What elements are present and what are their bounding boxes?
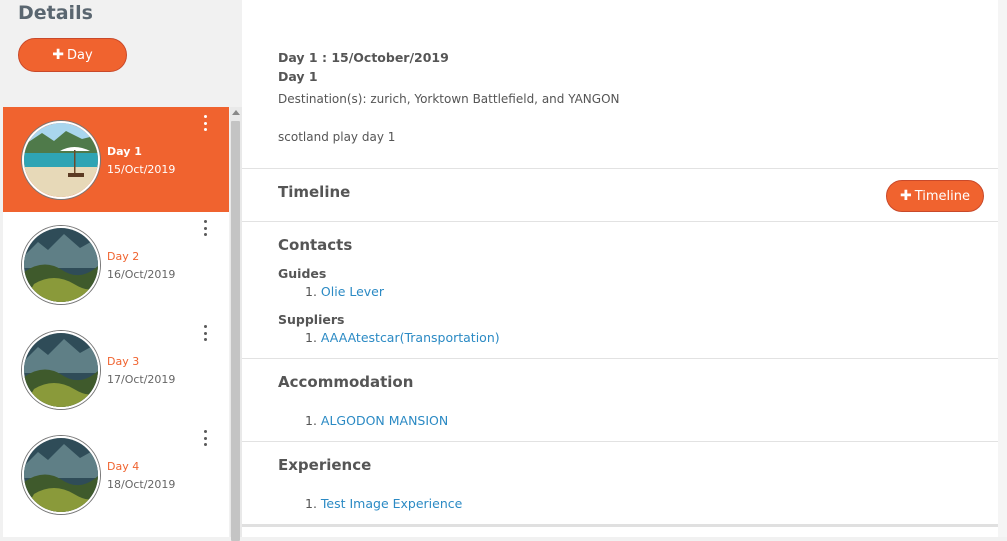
add-timeline-button[interactable]: ✚ Timeline	[886, 180, 984, 212]
supplier-list-item: 1. AAAAtestcar(Transportation)	[305, 330, 500, 345]
day-thumbnail-beach	[22, 121, 100, 199]
day-date: 18/Oct/2019	[107, 478, 176, 491]
scrollbar-thumb[interactable]	[231, 121, 240, 541]
experience-list-item: 1. Test Image Experience	[305, 496, 463, 511]
kebab-menu-icon[interactable]	[202, 325, 208, 341]
experience-link[interactable]: Test Image Experience	[321, 496, 462, 511]
day-details-panel: Day 1 : 15/October/2019 Day 1 Destinatio…	[242, 0, 998, 537]
kebab-menu-icon[interactable]	[202, 115, 208, 131]
scroll-up-arrow-icon[interactable]	[232, 110, 240, 115]
day-label: Day 3	[107, 355, 140, 368]
day-date: 16/Oct/2019	[107, 268, 176, 281]
section-bottom-border	[242, 524, 998, 527]
contacts-title: Contacts	[278, 236, 353, 254]
timeline-title: Timeline	[278, 183, 351, 201]
plus-icon: ✚	[52, 47, 65, 63]
day-item-2[interactable]: Day 2 16/Oct/2019	[3, 212, 229, 317]
supplier-link[interactable]: AAAAtestcar(Transportation)	[321, 330, 500, 345]
suppliers-title: Suppliers	[278, 312, 345, 327]
divider	[242, 221, 998, 222]
divider	[242, 168, 998, 169]
add-timeline-label: Timeline	[914, 188, 970, 204]
kebab-menu-icon[interactable]	[202, 430, 208, 446]
day-heading: Day 1 : 15/October/2019	[278, 50, 449, 65]
day-label: Day 4	[107, 460, 140, 473]
day-thumbnail-mountain	[22, 331, 100, 409]
page-title: Details	[18, 2, 93, 24]
destinations-text: Destination(s): zurich, Yorktown Battlef…	[278, 92, 620, 106]
guides-title: Guides	[278, 266, 327, 281]
kebab-menu-icon[interactable]	[202, 220, 208, 236]
add-day-label: Day	[67, 47, 93, 63]
experience-title: Experience	[278, 456, 372, 474]
day-label: Day 2	[107, 250, 140, 263]
guide-link[interactable]: Olie Lever	[321, 284, 384, 299]
accommodation-link[interactable]: ALGODON MANSION	[321, 413, 448, 428]
day-date: 15/Oct/2019	[107, 163, 176, 176]
day-item-3[interactable]: Day 3 17/Oct/2019	[3, 317, 229, 422]
plus-icon: ✚	[899, 188, 912, 204]
day-name: Day 1	[278, 69, 318, 84]
guide-list-item: 1. Olie Lever	[305, 284, 385, 299]
accommodation-title: Accommodation	[278, 373, 414, 391]
divider	[242, 358, 998, 359]
day-label: Day 1	[107, 145, 142, 158]
accommodation-list-item: 1. ALGODON MANSION	[305, 413, 449, 428]
day-thumbnail-mountain	[22, 226, 100, 304]
window-edge	[998, 0, 1007, 537]
divider	[242, 441, 998, 442]
day-list-scrollbar[interactable]	[230, 107, 242, 541]
day-description: scotland play day 1	[278, 130, 396, 144]
day-item-4[interactable]: Day 4 18/Oct/2019	[3, 422, 229, 527]
day-list: Day 1 15/Oct/2019 Day 2 16/Oct/2019 Day …	[3, 107, 229, 537]
add-day-button[interactable]: ✚ Day	[18, 38, 127, 72]
day-item-1[interactable]: Day 1 15/Oct/2019	[3, 107, 229, 212]
day-thumbnail-mountain	[22, 436, 100, 514]
day-date: 17/Oct/2019	[107, 373, 176, 386]
